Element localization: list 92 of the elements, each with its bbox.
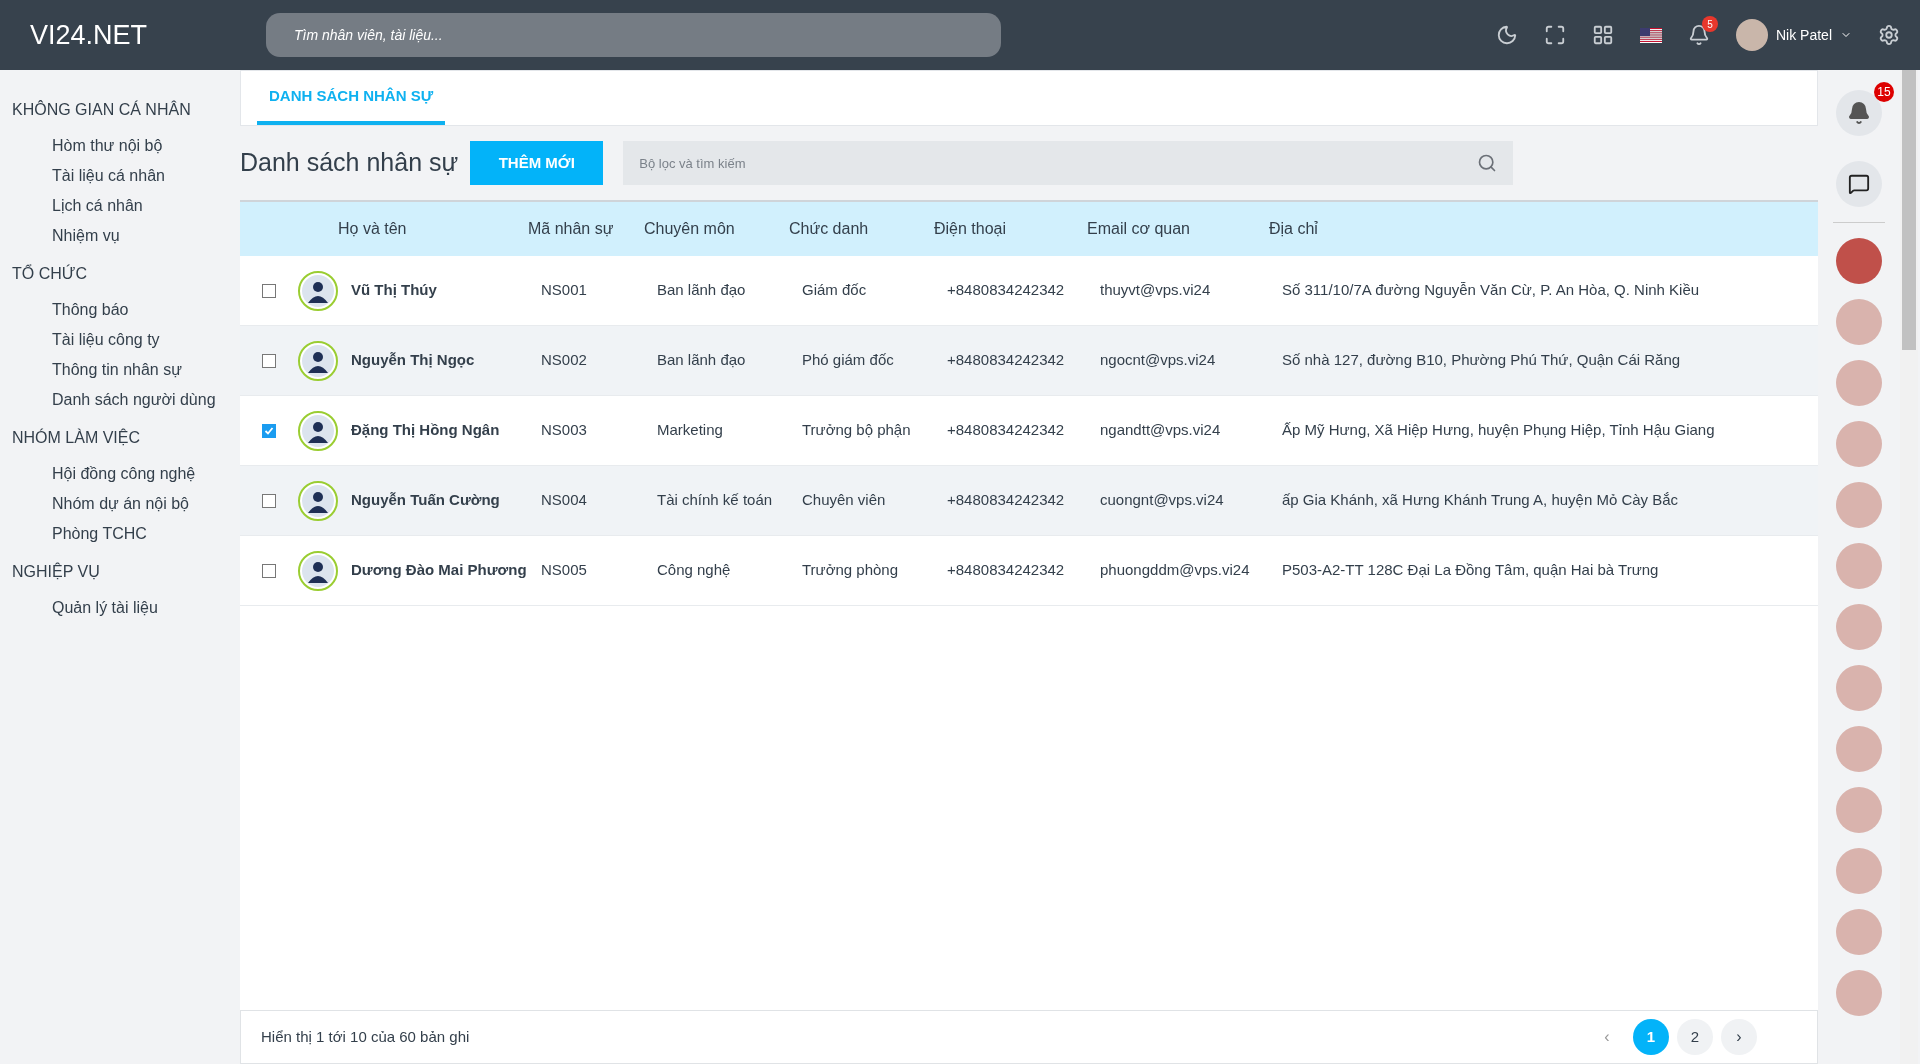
checkbox[interactable]	[262, 423, 276, 438]
search-icon[interactable]	[1477, 153, 1498, 173]
avatar	[298, 410, 338, 451]
record-summary: Hiển thị 1 tới 10 của 60 bản ghi	[261, 1026, 470, 1047]
next-page-button[interactable]: ›	[1721, 1019, 1757, 1055]
page-title: Danh sách nhân sự	[240, 147, 459, 179]
avatar	[298, 480, 338, 521]
sidebar-item[interactable]: Thông tin nhân sự	[12, 358, 240, 388]
table-cell: NS001	[541, 281, 587, 299]
table-row[interactable]: Nguyễn Tuấn Cường NS004 Tài chính kế toán Chuyên viên +8480834242342 cuongnt@vps.vi24 ấp Gia Khánh, xã Hưng Khánh Trung A, huyện Mỏ Cày Bắc	[240, 466, 1818, 536]
sidebar-item[interactable]: Tài liệu công ty	[12, 328, 240, 358]
table-cell: Đặng Thị Hồng Ngân	[351, 421, 500, 439]
table-cell: thuyvt@vps.vi24	[1100, 281, 1211, 299]
avatar	[298, 340, 338, 381]
table-cell: +8480834242342	[947, 491, 1065, 509]
checkbox[interactable]	[262, 493, 276, 508]
table-cell: NS004	[541, 491, 587, 509]
checkbox[interactable]	[262, 563, 276, 578]
table-cell: Phó giám đốc	[802, 351, 894, 369]
table-cell: NS002	[541, 351, 587, 369]
sidebar-item[interactable]: Lịch cá nhân	[12, 194, 240, 224]
table-cell: +8480834242342	[947, 351, 1065, 369]
table-cell: cuongnt@vps.vi24	[1100, 491, 1224, 509]
sidebar-section-title[interactable]: KHÔNG GIAN CÁ NHÂN	[12, 98, 240, 122]
table-row[interactable]: Nguyễn Thị Ngọc NS002 Ban lãnh đạo Phó giám đốc +8480834242342 ngocnt@vps.vi24 Số nhà 127, đường B10, Phường Phú Thứ, Quận Cái Răng	[240, 326, 1818, 396]
table-cell: P503-A2-TT 128C Đại La Đồng Tâm, quận Hai bà Trưng	[1282, 561, 1659, 579]
table-cell: Chuyên viên	[802, 491, 886, 509]
table-cell: Nguyễn Tuấn Cường	[351, 491, 500, 509]
table-cell: Nguyễn Thị Ngọc	[351, 351, 475, 369]
column-header: Họ và tên	[338, 220, 407, 237]
sidebar-item[interactable]: Nhiệm vụ	[12, 224, 240, 254]
table-cell: phuongddm@vps.vi24	[1100, 561, 1250, 579]
table-cell: NS005	[541, 561, 587, 579]
table-cell: Số 311/10/7A đường Nguyễn Văn Cừ, P. An Hòa, Q. Ninh Kiều	[1282, 281, 1700, 299]
column-header: Chức danh	[789, 220, 869, 237]
sidebar-item[interactable]: Thông báo	[12, 298, 240, 328]
contact-avatar[interactable]	[1836, 238, 1882, 284]
sidebar-section-title[interactable]: NGHIỆP VỤ	[12, 560, 240, 584]
column-header: Địa chỉ	[1269, 220, 1318, 237]
sidebar-item[interactable]: Nhóm dự án nội bộ	[12, 492, 240, 522]
bell-icon	[1847, 101, 1871, 125]
user-name[interactable]: Nik Patel	[1775, 25, 1832, 45]
table-cell: ngocnt@vps.vi24	[1100, 351, 1216, 369]
table-cell: Trưởng phòng	[802, 561, 899, 579]
moon-icon[interactable]	[1495, 24, 1518, 46]
search-field[interactable]: Tìm nhân viên, tài liệu...	[266, 13, 1001, 57]
scrollbar[interactable]	[1900, 70, 1918, 1064]
checkbox[interactable]	[262, 283, 276, 298]
sidebar-item[interactable]: Phòng TCHC	[12, 522, 240, 552]
notification-badge: 15	[1874, 82, 1894, 102]
table-cell: Tài chính kế toán	[657, 491, 773, 509]
table-cell: Vũ Thị Thúy	[351, 281, 437, 299]
fullscreen-icon[interactable]	[1543, 24, 1566, 46]
filter-search-field[interactable]: Bộ lọc và tìm kiếm	[623, 141, 1514, 185]
sidebar-item[interactable]: Tài liệu cá nhân	[12, 164, 240, 194]
table-cell: +8480834242342	[947, 421, 1065, 439]
column-header: Điện thoại	[934, 220, 1007, 237]
table-cell: Giám đốc	[802, 281, 867, 299]
table-cell: Công nghệ	[657, 561, 731, 579]
column-header: Email cơ quan	[1087, 220, 1190, 237]
table-cell: NS003	[541, 421, 587, 439]
column-header: Mã nhân sự	[528, 220, 614, 237]
sidebar-section-title[interactable]: NHÓM LÀM VIỆC	[12, 426, 240, 450]
table-cell: Dương Đào Mai Phương	[351, 561, 527, 579]
sidebar-section-title[interactable]: TỔ CHỨC	[12, 262, 240, 286]
table-cell: Marketing	[657, 421, 723, 439]
logo[interactable]: VI24.NET	[0, 14, 266, 56]
checkbox[interactable]	[262, 353, 276, 368]
table-cell: Ban lãnh đạo	[657, 351, 746, 369]
chat-button[interactable]	[1836, 161, 1882, 207]
column-header: Chuyên môn	[644, 220, 735, 237]
sidebar-item[interactable]: Hội đồng công nghệ	[12, 462, 240, 492]
avatar	[298, 550, 338, 591]
grid-icon[interactable]	[1591, 24, 1614, 46]
settings-icon[interactable]	[1878, 24, 1900, 46]
table-cell: Ban lãnh đạo	[657, 281, 746, 299]
sidebar-item[interactable]: Quản lý tài liệu	[12, 596, 240, 626]
notification-badge: 5	[1701, 16, 1718, 32]
table-cell: Ấp Mỹ Hưng, Xã Hiệp Hưng, huyện Phụng Hiệp, Tỉnh Hậu Giang	[1282, 421, 1715, 439]
chat-icon	[1848, 173, 1870, 195]
avatar	[298, 270, 338, 311]
page-button[interactable]: 2	[1677, 1019, 1713, 1055]
table-cell: ngandtt@vps.vi24	[1100, 421, 1221, 439]
user-avatar[interactable]	[1735, 19, 1768, 51]
table-cell: Trưởng bộ phận	[802, 421, 911, 439]
table-cell: Số nhà 127, đường B10, Phường Phú Thứ, Quận Cái Răng	[1282, 351, 1681, 369]
us-flag-icon[interactable]	[1639, 27, 1662, 43]
sidebar-item[interactable]: Danh sách người dùng	[12, 388, 240, 418]
table-cell: +8480834242342	[947, 561, 1065, 579]
table-cell: +8480834242342	[947, 281, 1065, 299]
table-cell: ấp Gia Khánh, xã Hưng Khánh Trung A, huyện Mỏ Cày Bắc	[1282, 491, 1679, 509]
sidebar-item[interactable]: Hòm thư nội bộ	[12, 134, 240, 164]
